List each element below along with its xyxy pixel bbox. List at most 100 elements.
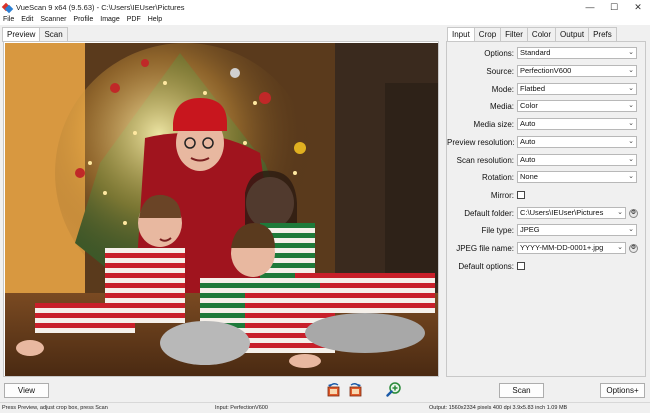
rotate-left-icon[interactable] bbox=[326, 382, 342, 398]
tab-prefs[interactable]: Prefs bbox=[588, 27, 617, 41]
scan-resolution-row: Scan resolution: Auto ⌄ bbox=[447, 153, 645, 167]
media-value: Color bbox=[520, 101, 538, 110]
chevron-down-icon: ⌄ bbox=[617, 244, 623, 251]
source-label: Source: bbox=[486, 66, 514, 76]
tab-filter[interactable]: Filter bbox=[500, 27, 528, 41]
chevron-down-icon: ⌄ bbox=[617, 209, 623, 216]
view-button[interactable]: View bbox=[4, 383, 49, 398]
tab-crop[interactable]: Crop bbox=[473, 27, 502, 41]
media-size-select[interactable]: Auto ⌄ bbox=[517, 118, 637, 130]
source-value: PerfectionV600 bbox=[520, 66, 572, 75]
scan-button[interactable]: Scan bbox=[499, 383, 544, 398]
chevron-down-icon: ⌄ bbox=[628, 173, 634, 180]
jpeg-file-name-select[interactable]: YYYY-MM-DD-0001+.jpg ⌄ bbox=[517, 242, 626, 254]
file-name-options-button[interactable]: ⚙ bbox=[629, 243, 638, 253]
menu-profile[interactable]: Profile bbox=[73, 16, 93, 23]
source-row: Source: PerfectionV600 ⌄ bbox=[447, 64, 645, 78]
preview-resolution-value: Auto bbox=[520, 137, 536, 146]
chevron-down-icon: ⌄ bbox=[628, 49, 634, 56]
rotation-value: None bbox=[520, 172, 538, 181]
mode-label: Mode: bbox=[491, 84, 514, 94]
maximize-button[interactable]: ☐ bbox=[602, 0, 626, 14]
mirror-label: Mirror: bbox=[490, 190, 514, 200]
window-title: VueScan 9 x64 (9.5.63) - C:\Users\IEUser… bbox=[16, 2, 185, 12]
scan-resolution-label: Scan resolution: bbox=[456, 155, 514, 165]
mode-select[interactable]: Flatbed ⌄ bbox=[517, 83, 637, 95]
source-select[interactable]: PerfectionV600 ⌄ bbox=[517, 65, 637, 77]
chevron-down-icon: ⌄ bbox=[628, 226, 634, 233]
mirror-checkbox[interactable] bbox=[517, 191, 525, 199]
rotate-right-icon[interactable] bbox=[347, 382, 363, 398]
tab-preview[interactable]: Preview bbox=[2, 27, 41, 42]
media-size-row: Media size: Auto ⌄ bbox=[447, 117, 645, 131]
scanned-photo bbox=[5, 43, 438, 376]
menu-scanner[interactable]: Scanner bbox=[40, 16, 66, 23]
title-bar: VueScan 9 x64 (9.5.63) - C:\Users\IEUser… bbox=[0, 0, 650, 14]
chevron-down-icon: ⌄ bbox=[628, 156, 634, 163]
zoom-in-icon[interactable] bbox=[386, 382, 402, 398]
browse-folder-button[interactable]: ⚙ bbox=[629, 208, 638, 218]
media-size-label: Media size: bbox=[473, 119, 514, 129]
vuescan-app-icon bbox=[3, 3, 12, 12]
tab-color[interactable]: Color bbox=[526, 27, 557, 41]
status-output: Output: 1560x2334 pixels 400 dpi 3.9x5.8… bbox=[429, 405, 568, 411]
media-select[interactable]: Color ⌄ bbox=[517, 100, 637, 112]
options-value: Standard bbox=[520, 48, 551, 57]
rotation-select[interactable]: None ⌄ bbox=[517, 171, 637, 183]
options-row: Options: Standard ⌄ bbox=[447, 46, 645, 60]
preview-pane[interactable] bbox=[3, 41, 439, 377]
mode-row: Mode: Flatbed ⌄ bbox=[447, 82, 645, 96]
preview-image[interactable] bbox=[5, 43, 438, 376]
status-input: Input: PerfectionV600 bbox=[215, 405, 268, 411]
file-type-row: File type: JPEG ⌄ bbox=[447, 223, 645, 237]
jpeg-file-name-row: JPEG file name: YYYY-MM-DD-0001+.jpg ⌄ ⚙ bbox=[447, 241, 645, 255]
view-button-label: View bbox=[17, 386, 36, 395]
file-type-label: File type: bbox=[481, 225, 514, 235]
media-size-value: Auto bbox=[520, 119, 536, 128]
status-bar: Press Preview, adjust crop box, press Sc… bbox=[0, 402, 650, 413]
menu-pdf[interactable]: PDF bbox=[127, 16, 141, 23]
default-folder-select[interactable]: C:\Users\IEUser\Pictures ⌄ bbox=[517, 207, 626, 219]
settings-tabs: Input Crop Filter Color Output Prefs bbox=[447, 27, 617, 42]
preview-resolution-row: Preview resolution: Auto ⌄ bbox=[447, 135, 645, 149]
jpeg-file-name-value: YYYY-MM-DD-0001+.jpg bbox=[520, 243, 604, 252]
input-settings-panel: Options: Standard ⌄ Source: PerfectionV60… bbox=[446, 41, 646, 377]
menu-help[interactable]: Help bbox=[148, 16, 162, 23]
preview-tabs: Preview Scan bbox=[2, 27, 68, 42]
scan-resolution-select[interactable]: Auto ⌄ bbox=[517, 154, 637, 166]
tab-input[interactable]: Input bbox=[447, 27, 475, 42]
chevron-down-icon: ⌄ bbox=[628, 102, 634, 109]
mirror-row: Mirror: bbox=[447, 188, 645, 202]
default-folder-row: Default folder: C:\Users\IEUser\Pictures… bbox=[447, 206, 645, 220]
chevron-down-icon: ⌄ bbox=[628, 85, 634, 92]
scan-button-label: Scan bbox=[512, 386, 531, 395]
tab-scan[interactable]: Scan bbox=[39, 27, 68, 41]
menu-bar: File Edit Scanner Profile Image PDF Help bbox=[0, 14, 650, 25]
options-select[interactable]: Standard ⌄ bbox=[517, 47, 637, 59]
rotation-row: Rotation: None ⌄ bbox=[447, 170, 645, 184]
options-plus-button[interactable]: Options+ bbox=[600, 383, 645, 398]
chevron-down-icon: ⌄ bbox=[628, 67, 634, 74]
jpeg-file-name-label: JPEG file name: bbox=[456, 243, 514, 253]
rotation-label: Rotation: bbox=[481, 172, 514, 182]
default-folder-value: C:\Users\IEUser\Pictures bbox=[520, 208, 604, 217]
close-button[interactable]: ✕ bbox=[626, 0, 650, 14]
file-type-select[interactable]: JPEG ⌄ bbox=[517, 224, 637, 236]
options-label: Options: bbox=[484, 48, 514, 58]
chevron-down-icon: ⌄ bbox=[628, 120, 634, 127]
preview-resolution-label: Preview resolution: bbox=[447, 137, 515, 147]
tab-output[interactable]: Output bbox=[555, 27, 590, 41]
options-plus-button-label: Options+ bbox=[606, 386, 639, 395]
mode-value: Flatbed bbox=[520, 84, 546, 93]
window-controls: — ☐ ✕ bbox=[578, 0, 650, 14]
default-options-checkbox[interactable] bbox=[517, 262, 525, 270]
media-label: Media: bbox=[489, 101, 514, 111]
default-options-row: Default options: bbox=[447, 259, 645, 273]
media-row: Media: Color ⌄ bbox=[447, 99, 645, 113]
menu-edit[interactable]: Edit bbox=[21, 16, 33, 23]
status-instructions: Press Preview, adjust crop box, press Sc… bbox=[2, 405, 108, 411]
preview-resolution-select[interactable]: Auto ⌄ bbox=[517, 136, 637, 148]
menu-image[interactable]: Image bbox=[100, 16, 119, 23]
menu-file[interactable]: File bbox=[3, 16, 14, 23]
minimize-button[interactable]: — bbox=[578, 0, 602, 14]
